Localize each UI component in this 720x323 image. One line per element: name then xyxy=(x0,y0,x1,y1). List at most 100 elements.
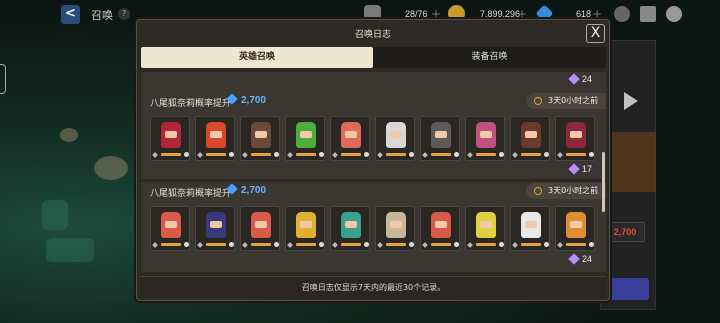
hero-portrait[interactable] xyxy=(375,206,415,251)
element-icon xyxy=(409,242,414,247)
star-rating xyxy=(205,153,226,156)
hero-portrait[interactable] xyxy=(465,206,505,251)
star-rating xyxy=(385,243,406,246)
element-icon xyxy=(319,152,324,157)
hero-portrait[interactable] xyxy=(150,206,190,251)
side-handle[interactable] xyxy=(0,64,6,94)
class-icon xyxy=(377,151,383,158)
hero-portrait[interactable] xyxy=(510,206,550,251)
hero-portrait[interactable] xyxy=(420,206,460,251)
star-rating xyxy=(160,153,181,156)
back-button[interactable]: < xyxy=(61,5,80,24)
record-cost: 2,700 xyxy=(226,183,266,196)
clock-icon xyxy=(534,187,542,195)
class-icon xyxy=(422,241,428,248)
hero-sprite xyxy=(566,122,586,148)
class-icon xyxy=(467,151,473,158)
hero-sprite xyxy=(341,212,361,238)
mail-icon[interactable] xyxy=(640,6,656,22)
scrollbar[interactable] xyxy=(602,152,605,212)
star-rating xyxy=(295,243,316,246)
hero-portrait[interactable] xyxy=(555,116,595,161)
hero-stats xyxy=(467,241,504,248)
tab-hero-summon[interactable]: 英雄召唤 xyxy=(141,47,373,68)
hero-portrait[interactable] xyxy=(285,116,325,161)
hero-stats xyxy=(557,241,594,248)
class-icon xyxy=(152,241,158,248)
class-icon xyxy=(422,151,428,158)
hero-portrait[interactable] xyxy=(375,116,415,161)
hero-sprite xyxy=(521,122,541,148)
record-count: 24 xyxy=(568,253,592,265)
gem-icon xyxy=(568,253,580,265)
element-icon xyxy=(454,152,459,157)
hero-portrait[interactable] xyxy=(195,116,235,161)
hero-stats xyxy=(422,241,459,248)
element-icon xyxy=(364,152,369,157)
hero-stats xyxy=(377,151,414,158)
element-icon xyxy=(364,242,369,247)
hero-portrait[interactable] xyxy=(465,116,505,161)
class-icon xyxy=(242,241,248,248)
hero-portrait[interactable] xyxy=(240,116,280,161)
hero-portrait[interactable] xyxy=(285,206,325,251)
hero-sprite xyxy=(251,212,271,238)
class-icon xyxy=(557,241,563,248)
gear-icon[interactable] xyxy=(666,6,682,22)
summon-log-dialog: 召唤日志 X 英雄召唤 装备召唤 24 八尾狐奈莉概率提升 2,700 3天0小… xyxy=(136,19,610,301)
star-rating xyxy=(295,153,316,156)
element-icon xyxy=(544,152,549,157)
gem-icon xyxy=(568,163,580,175)
star-rating xyxy=(565,243,586,246)
tab-equipment-summon[interactable]: 装备召唤 xyxy=(373,47,606,68)
star-rating xyxy=(250,243,271,246)
hero-sprite xyxy=(296,212,316,238)
hero-portrait[interactable] xyxy=(240,206,280,251)
class-icon xyxy=(152,151,158,158)
hero-sprite xyxy=(431,122,451,148)
hero-sprite xyxy=(431,212,451,238)
play-icon[interactable] xyxy=(624,92,638,110)
element-icon xyxy=(589,152,594,157)
hero-portrait[interactable] xyxy=(420,116,460,161)
element-icon xyxy=(229,242,234,247)
hero-stats xyxy=(242,241,279,248)
tab-bar: 英雄召唤 装备召唤 xyxy=(141,47,606,68)
hero-stats xyxy=(467,151,504,158)
hero-sprite xyxy=(476,122,496,148)
hero-portrait[interactable] xyxy=(150,116,190,161)
help-icon[interactable]: ? xyxy=(118,8,130,20)
hero-sprite xyxy=(521,212,541,238)
element-icon xyxy=(274,242,279,247)
bg-decoration xyxy=(60,128,78,142)
hero-sprite xyxy=(161,122,181,148)
close-button[interactable]: X xyxy=(586,24,605,43)
class-icon xyxy=(512,151,518,158)
log-list[interactable]: 24 八尾狐奈莉概率提升 2,700 3天0小时之前 17 八尾狐奈莉概率提升 … xyxy=(141,72,606,272)
hero-portrait[interactable] xyxy=(330,206,370,251)
dialog-title: 召唤日志 xyxy=(354,30,391,40)
element-icon xyxy=(229,152,234,157)
hero-list xyxy=(150,116,595,161)
star-rating xyxy=(520,153,541,156)
chat-icon[interactable] xyxy=(614,6,630,22)
hero-sprite xyxy=(206,212,226,238)
record-title: 八尾狐奈莉概率提升 xyxy=(150,99,232,109)
gem-value: 618 xyxy=(576,9,592,19)
clock-icon xyxy=(534,97,542,105)
shop-button[interactable] xyxy=(605,278,649,300)
class-icon xyxy=(197,151,203,158)
hero-portrait[interactable] xyxy=(330,116,370,161)
hero-sprite xyxy=(206,122,226,148)
hero-portrait[interactable] xyxy=(510,116,550,161)
class-icon xyxy=(512,241,518,248)
hero-stats xyxy=(152,151,189,158)
hero-stats xyxy=(377,241,414,248)
hero-portrait[interactable] xyxy=(555,206,595,251)
record-header: 八尾狐奈莉概率提升 2,700 3天0小时之前 xyxy=(141,183,606,199)
hero-portrait[interactable] xyxy=(195,206,235,251)
record-title: 八尾狐奈莉概率提升 xyxy=(150,189,232,199)
hero-stats xyxy=(287,241,324,248)
star-rating xyxy=(340,153,361,156)
element-icon xyxy=(409,152,414,157)
